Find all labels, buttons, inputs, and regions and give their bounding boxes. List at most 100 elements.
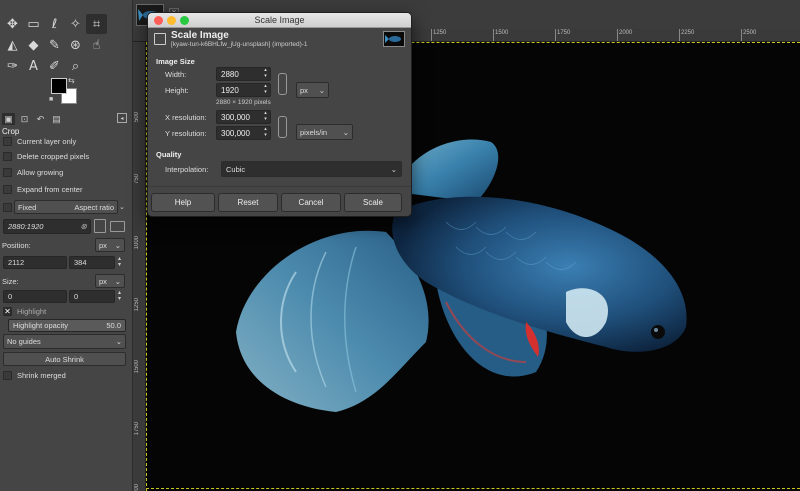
x-resolution-spin-icon[interactable]: ▴ ▾	[261, 110, 270, 124]
interpolation-label: Interpolation:	[165, 165, 209, 174]
checkbox-icon[interactable]	[3, 137, 12, 146]
tool-row: ✑ A ✐ ⌕	[2, 56, 86, 76]
dialog-divider	[148, 186, 411, 187]
y-resolution-spin-icon[interactable]: ▴ ▾	[261, 126, 270, 140]
smudge-icon[interactable]: ☝	[86, 35, 107, 55]
panel-menu-icon[interactable]: ◂	[117, 113, 127, 123]
width-label: Width:	[165, 70, 187, 79]
cancel-button[interactable]: Cancel	[281, 193, 341, 212]
position-unit-dropdown[interactable]: px ⌄	[95, 238, 125, 252]
checked-checkbox-icon[interactable]: ✕	[3, 307, 12, 316]
swap-colors-icon[interactable]: ⇆	[68, 76, 75, 85]
portrait-icon[interactable]	[94, 219, 106, 233]
reset-button[interactable]: Reset	[218, 193, 278, 212]
pixel-dimensions-text: 2880 × 1920 pixels	[216, 99, 271, 106]
resolution-unit-dropdown[interactable]: pixels/in ⌄	[296, 124, 353, 140]
scale-image-icon	[154, 33, 166, 45]
position-y-input[interactable]: 384	[69, 256, 115, 269]
fixed-mode-dropdown[interactable]: Fixed Aspect ratio	[14, 200, 118, 214]
size-width-input[interactable]: 0	[3, 290, 67, 303]
ruler-tick	[617, 29, 618, 41]
landscape-icon[interactable]	[110, 221, 125, 232]
position-spin-icon[interactable]: ▴ ▾	[118, 256, 121, 268]
width-spin-icon[interactable]: ▴ ▾	[261, 67, 270, 81]
auto-shrink-button[interactable]: Auto Shrink	[3, 352, 126, 366]
chevron-down-icon: ⌄	[114, 240, 121, 250]
crop-icon[interactable]: ⌗	[86, 14, 107, 34]
tool-row: ◭ ◆ ✎ ⊛ ☝	[2, 35, 107, 55]
warp-icon[interactable]: ◭	[2, 35, 23, 55]
checkbox-icon[interactable]	[3, 152, 12, 161]
chevron-down-icon: ⌄	[114, 276, 121, 286]
allow-growing-option[interactable]: Allow growing	[3, 168, 63, 177]
text-icon[interactable]: A	[23, 56, 44, 76]
ruler-tick-label: 1500	[134, 360, 140, 374]
fixed-checkbox[interactable]	[3, 203, 12, 212]
guides-dropdown[interactable]: No guides ⌄	[3, 334, 126, 349]
highlight-option[interactable]: ✕ Highlight	[3, 307, 46, 316]
checkbox-icon[interactable]	[3, 168, 12, 177]
zoom-icon[interactable]: ⌕	[65, 56, 86, 76]
reset-colors-icon[interactable]: ■	[49, 96, 53, 103]
ruler-tick-label: 500	[134, 112, 140, 123]
fish-thumbnail-icon	[385, 35, 401, 43]
undo-history-tab-icon[interactable]: ↶	[34, 113, 47, 125]
images-tab-icon[interactable]: ▤	[50, 113, 63, 125]
chain-link-icon[interactable]	[278, 116, 287, 138]
scale-button[interactable]: Scale	[344, 193, 402, 212]
aspect-value-input[interactable]: 2880:1920 ⊗	[3, 219, 91, 234]
delete-cropped-pixels-option[interactable]: Delete cropped pixels	[3, 152, 89, 161]
checkbox-icon[interactable]	[3, 185, 12, 194]
ruler-tick-label: 1500	[495, 30, 509, 36]
ruler-tick	[555, 29, 556, 41]
move-icon[interactable]: ✥	[2, 14, 23, 34]
tool-options-tabs: ▣ ⊡ ↶ ▤ ◂	[0, 112, 133, 126]
tool-options-title: Crop	[2, 127, 20, 136]
foreground-color-swatch[interactable]	[51, 78, 67, 94]
ruler-tick-label: 1000	[134, 236, 140, 250]
size-unit-dropdown[interactable]: px ⌄	[296, 82, 329, 98]
ruler-tick	[679, 29, 680, 41]
rect-select-icon[interactable]: ▭	[23, 14, 44, 34]
ruler-tick-label: 1750	[134, 422, 140, 436]
ruler-tick-label: 750	[134, 174, 140, 185]
toolbox-panel: ✥ ▭ ℓ ✧ ⌗ ◭ ◆ ✎ ⊛ ☝ ✑ A ✐ ⌕ ⇆ ■ ▣ ⊡ ↶ ▤ ◂ Crop Curren…	[0, 0, 133, 491]
chevron-down-icon: ⌄	[390, 164, 397, 174]
height-spin-icon[interactable]: ▴ ▾	[261, 83, 270, 97]
selection-border-bottom	[146, 488, 800, 489]
fuzzy-select-icon[interactable]: ✧	[65, 14, 86, 34]
ruler-tick	[431, 29, 432, 41]
size-unit-dropdown[interactable]: px ⌄	[95, 274, 125, 288]
help-button[interactable]: Help	[151, 193, 215, 212]
size-spin-icon[interactable]: ▴ ▾	[118, 290, 121, 302]
ruler-tick-label: 1250	[433, 30, 447, 36]
clear-icon[interactable]: ⊗	[80, 222, 87, 231]
paintbrush-icon[interactable]: ✎	[44, 35, 65, 55]
bucket-icon[interactable]: ◆	[23, 35, 44, 55]
chevron-down-icon[interactable]: ⌄	[119, 203, 127, 211]
ruler-tick-label: 2000	[134, 484, 140, 491]
clone-icon[interactable]: ⊛	[65, 35, 86, 55]
ruler-tick-label: 2250	[681, 30, 695, 36]
interpolation-dropdown[interactable]: Cubic ⌄	[221, 161, 402, 177]
device-status-tab-icon[interactable]: ⊡	[18, 113, 31, 125]
color-picker-icon[interactable]: ✐	[44, 56, 65, 76]
current-layer-only-option[interactable]: Current layer only	[3, 137, 76, 146]
height-label: Height:	[165, 86, 189, 95]
path-icon[interactable]: ✑	[2, 56, 23, 76]
expand-from-center-option[interactable]: Expand from center	[3, 185, 82, 194]
ruler-tick-label: 1250	[134, 298, 140, 312]
tool-options-tab-icon[interactable]: ▣	[2, 113, 15, 125]
ruler-tick	[741, 29, 742, 41]
window-title: Scale Image	[254, 15, 305, 25]
dialog-subheading: [kyaw-tun-k6BHLfw_jUg-unsplash] (importe…	[171, 41, 308, 48]
highlight-opacity-slider[interactable]: Highlight opacity 50.0	[8, 319, 126, 332]
dialog-titlebar[interactable]: Scale Image	[148, 13, 411, 28]
shrink-merged-option[interactable]: Shrink merged	[3, 371, 66, 380]
x-resolution-label: X resolution:	[165, 113, 207, 122]
size-height-input[interactable]: 0	[69, 290, 115, 303]
checkbox-icon[interactable]	[3, 371, 12, 380]
chain-link-icon[interactable]	[278, 73, 287, 95]
position-x-input[interactable]: 2112	[3, 256, 67, 269]
lasso-icon[interactable]: ℓ	[44, 14, 65, 34]
